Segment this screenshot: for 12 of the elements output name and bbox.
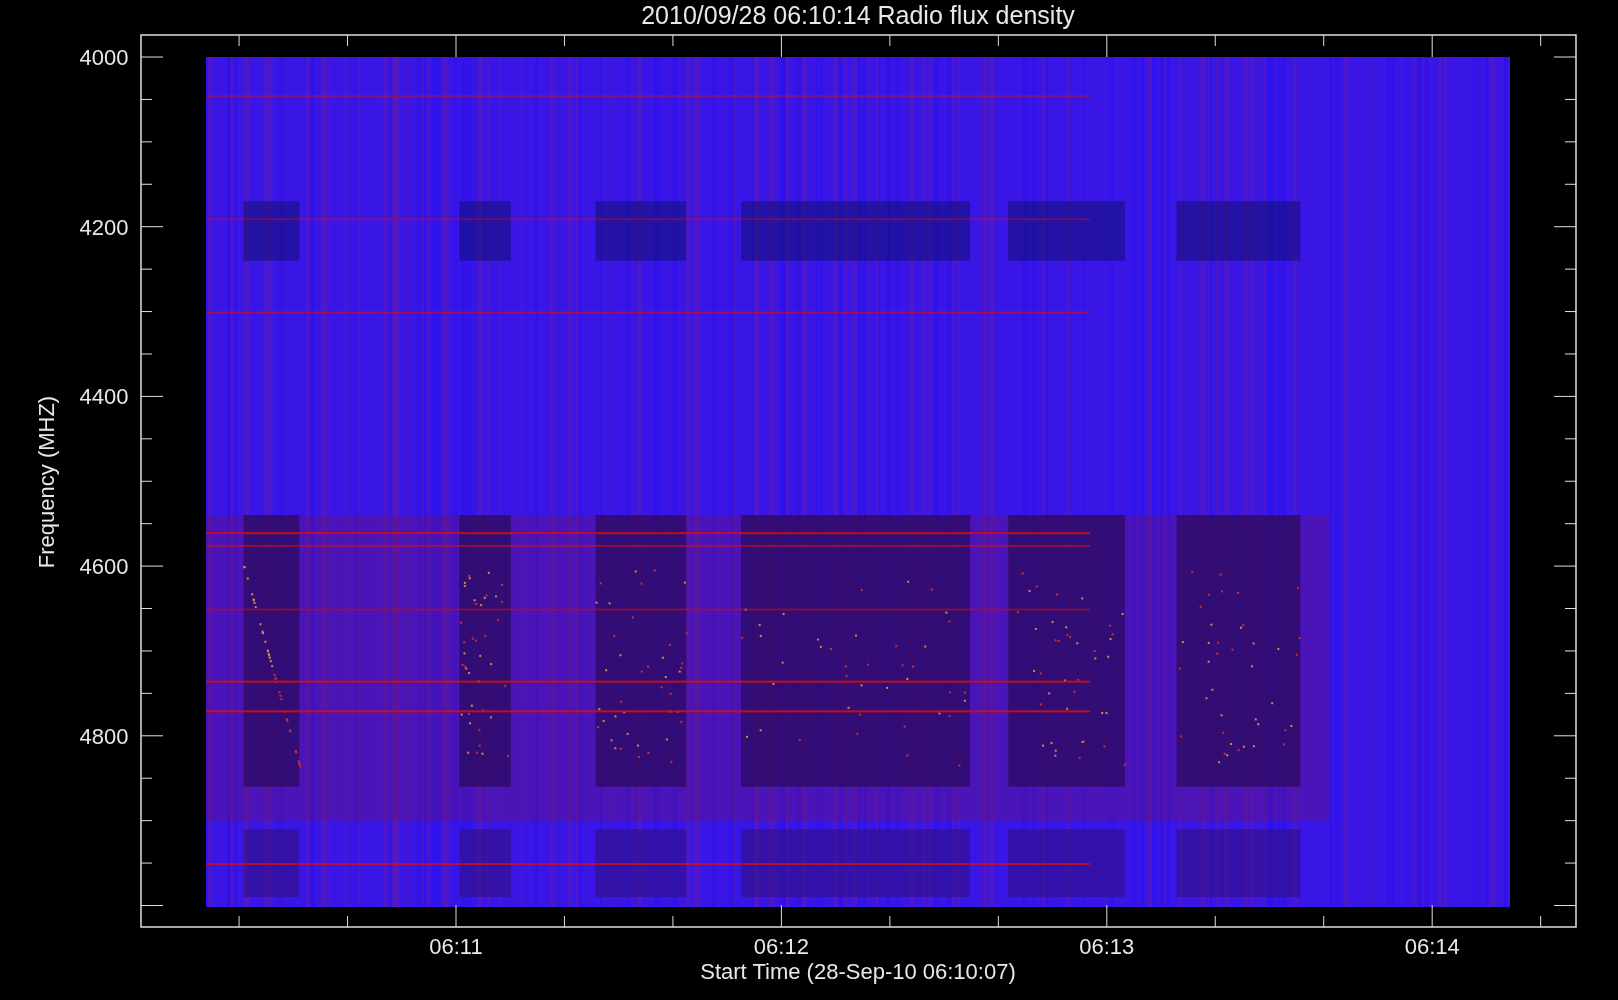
- chart-title: 2010/09/28 06:10:14 Radio flux density: [641, 1, 1075, 29]
- y-tick-label: 4400: [79, 384, 129, 410]
- x-tick-label: 06:12: [753, 934, 809, 959]
- y-axis-label: Frequency (MHZ): [34, 395, 59, 569]
- x-tick-label: 06:11: [429, 934, 483, 959]
- y-tick-label: 4000: [79, 45, 129, 70]
- y-tick-label: 4200: [79, 214, 129, 240]
- x-axis-label: Start Time (28-Sep-10 06:10:07): [700, 959, 1016, 984]
- y-tick-label: 4800: [79, 723, 129, 749]
- y-tick-label: 4600: [79, 554, 129, 580]
- x-tick-label: 06:13: [1079, 934, 1135, 959]
- x-tick-label: 06:14: [1404, 934, 1460, 959]
